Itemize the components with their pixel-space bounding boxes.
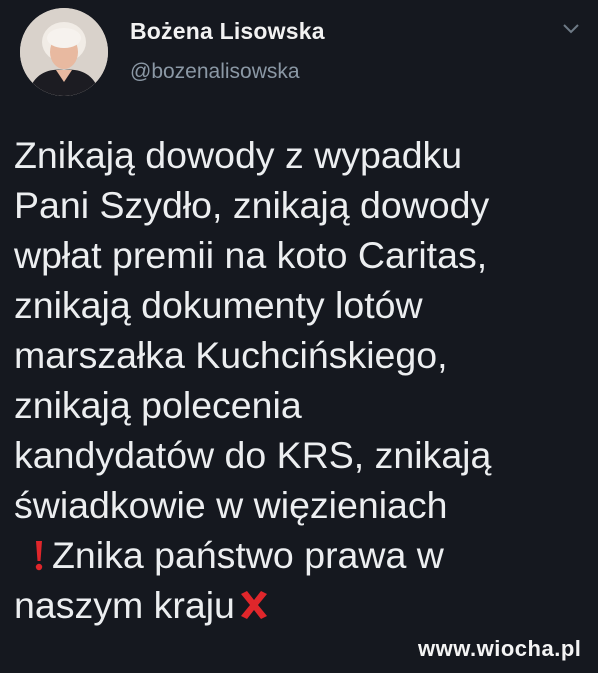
tweet-line: znikają dokumenty lotów [14,284,423,326]
tweet-line: wpłat premii na koto Caritas, [14,234,488,276]
red-exclamation-icon [35,541,43,571]
author-handle[interactable]: @bozenalisowska [130,60,300,84]
tweet-line: naszym kraju [14,584,235,626]
tweet-text: Znikają dowody z wypadku Pani Szydło, zn… [14,130,584,630]
tweet-line: znikają polecenia [14,384,302,426]
profile-photo-icon [20,8,108,96]
tweet-line-with-emoji: naszym kraju [14,580,584,630]
chevron-down-icon[interactable] [562,22,580,36]
watermark: www.wiocha.pl [418,636,582,661]
red-cross-icon [240,591,267,619]
tweet-line: Znikają dowody z wypadku [14,134,463,176]
tweet-line: marszałka Kuchcińskiego, [14,334,448,376]
tweet-line: świadkowie w więzieniach [14,484,448,526]
tweet-card: Bożena Lisowska @bozenalisowska Znikają … [0,0,598,673]
tweet-line: Znika państwo prawa w [52,534,444,576]
author-name[interactable]: Bożena Lisowska [130,18,325,45]
tweet-line: Pani Szydło, znikają dowody [14,184,490,226]
tweet-line-with-emoji: Znika państwo prawa w [14,530,584,580]
avatar[interactable] [20,8,108,96]
tweet-line: kandydatów do KRS, znikają [14,434,492,476]
